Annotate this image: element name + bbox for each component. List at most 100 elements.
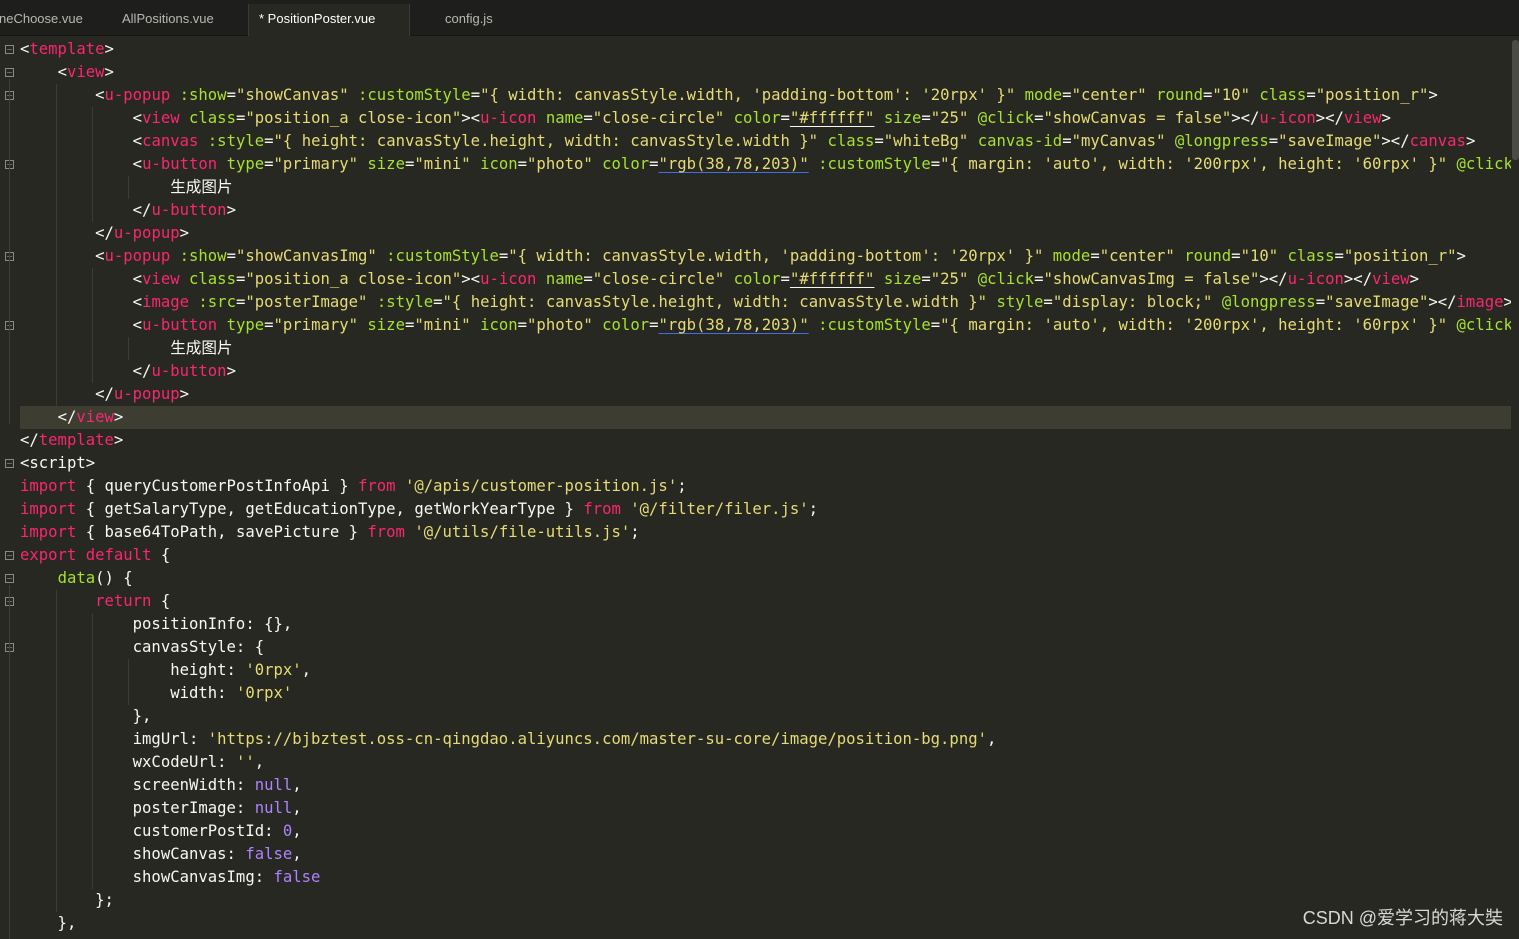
code-line[interactable]: <view class="position_a close-icon"><u-i… (20, 268, 1511, 291)
code-line[interactable]: return { (20, 590, 1511, 613)
code-line[interactable]: </u-button> (20, 360, 1511, 383)
code-line[interactable]: <script> (20, 452, 1511, 475)
code-token: > (104, 40, 114, 58)
code-token: = (498, 247, 509, 265)
code-line[interactable]: <view> (20, 61, 1511, 84)
indent-guide (92, 682, 93, 705)
code-token: , (292, 776, 302, 794)
code-line[interactable]: <image :src="posterImage" :style="{ heig… (20, 291, 1511, 314)
code-line[interactable]: <canvas :style="{ height: canvasStyle.he… (20, 130, 1511, 153)
code-line[interactable]: }, (20, 705, 1511, 728)
code-line[interactable]: imgUrl: 'https://bjbztest.oss-cn-qingdao… (20, 728, 1511, 751)
indent-guide (56, 199, 57, 222)
code-line[interactable]: showCanvasImg: false (20, 866, 1511, 889)
code-line[interactable]: showCanvas: false, (20, 843, 1511, 866)
code-token: u-button (151, 362, 227, 380)
indent-guide (56, 337, 57, 360)
code-line[interactable]: <view class="position_a close-icon"><u-i… (20, 107, 1511, 130)
code-line[interactable]: height: '0rpx', (20, 659, 1511, 682)
code-line[interactable]: </template> (20, 429, 1511, 452)
code-line[interactable]: import { getSalaryType, getEducationType… (20, 498, 1511, 521)
code-line[interactable]: customerPostId: 0, (20, 820, 1511, 843)
code-line[interactable]: canvasStyle: { (20, 636, 1511, 659)
code-line[interactable]: </u-popup> (20, 383, 1511, 406)
code-line[interactable]: data() { (20, 567, 1511, 590)
code-token: name (545, 109, 584, 127)
fold-toggle-icon[interactable]: − (5, 551, 14, 560)
code-line[interactable]: <u-popup :show="showCanvasImg" :customSt… (20, 245, 1511, 268)
watermark-text: CSDN @爱学习的蒋大奘 (1302, 908, 1503, 928)
fold-toggle-icon[interactable]: − (5, 45, 14, 54)
code-token: canvas (142, 132, 199, 150)
code-line[interactable]: screenWidth: null, (20, 774, 1511, 797)
code-token: = (264, 316, 274, 334)
code-token: () { (95, 569, 133, 587)
indent-guide (56, 314, 57, 337)
code-line[interactable]: </view> (20, 406, 1511, 429)
code-token: showCanvas: (20, 845, 246, 863)
code-token: u-popup (113, 224, 180, 242)
fold-toggle-icon[interactable]: − (5, 459, 14, 468)
code-line[interactable]: 生成图片 (20, 176, 1511, 199)
fold-toggle-icon[interactable]: − (5, 68, 14, 77)
code-line[interactable]: width: '0rpx' (20, 682, 1511, 705)
code-line[interactable]: import { queryCustomerPostInfoApi } from… (20, 475, 1511, 498)
code-editor[interactable]: −−−−−−−−−−− <template> <view> <u-popup :… (0, 36, 1519, 939)
code-line[interactable]: <u-popup :show="showCanvas" :customStyle… (20, 84, 1511, 107)
code-token: :style (207, 132, 265, 150)
vertical-scrollbar[interactable] (1512, 36, 1519, 939)
tab-nechoose[interactable]: neChoose.vue (0, 4, 107, 36)
code-token: template (38, 431, 114, 449)
code-line[interactable]: <u-button type="primary" size="mini" ico… (20, 153, 1511, 176)
tab-config[interactable]: config.js (410, 4, 548, 36)
code-line[interactable]: positionInfo: {}, (20, 613, 1511, 636)
code-line[interactable]: wxCodeUrl: '', (20, 751, 1511, 774)
code-token: }; (20, 891, 114, 909)
code-token: , (987, 730, 997, 748)
code-area[interactable]: <template> <view> <u-popup :show="showCa… (20, 38, 1511, 935)
code-token: u-icon (1287, 270, 1344, 288)
indent-guide (92, 291, 93, 314)
fold-toggle-icon[interactable]: − (5, 574, 14, 583)
tab-allpositions[interactable]: AllPositions.vue (110, 4, 248, 36)
code-line[interactable]: posterImage: null, (20, 797, 1511, 820)
code-token: = (921, 270, 931, 288)
code-line[interactable]: </u-button> (20, 199, 1511, 222)
scrollbar-thumb[interactable] (1512, 40, 1519, 160)
code-token: >< (461, 109, 481, 127)
indent-guide (92, 613, 93, 636)
code-line[interactable]: export default { (20, 544, 1511, 567)
code-line[interactable]: }; (20, 889, 1511, 912)
code-token: color (733, 270, 781, 288)
code-token: from (583, 500, 621, 518)
code-token: @click (1456, 316, 1511, 334)
indent-guide (92, 751, 93, 774)
code-token: size (883, 270, 922, 288)
indent-guide (92, 636, 93, 659)
code-token: </ (95, 385, 114, 403)
code-token: > (1503, 293, 1512, 311)
indent-guide (56, 84, 57, 107)
code-line[interactable]: import { base64ToPath, savePicture } fro… (20, 521, 1511, 544)
tab-positionposter[interactable]: * PositionPoster.vue (248, 4, 410, 36)
code-token: = (226, 86, 236, 104)
indent-guide (92, 866, 93, 889)
code-line[interactable]: <template> (20, 38, 1511, 61)
code-token: :src (198, 293, 236, 311)
code-line[interactable]: </u-popup> (20, 222, 1511, 245)
indent-guide (92, 130, 93, 153)
code-line[interactable]: }, (20, 912, 1511, 935)
code-line[interactable]: <u-button type="primary" size="mini" ico… (20, 314, 1511, 337)
code-token: false (245, 845, 293, 863)
code-line[interactable]: 生成图片 (20, 337, 1511, 360)
